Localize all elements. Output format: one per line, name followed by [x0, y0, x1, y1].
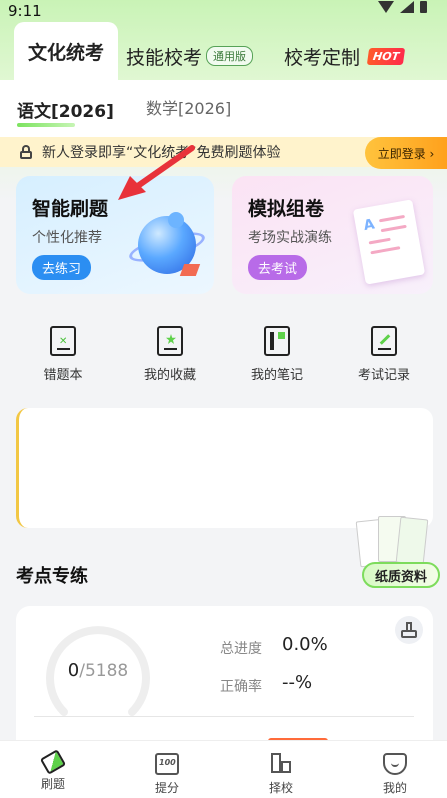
progress-label: 总进度: [220, 641, 262, 657]
shortcut-favorites[interactable]: 我的收藏: [125, 326, 215, 383]
paper-materials-promo[interactable]: 纸质资料: [355, 512, 442, 590]
tab-culture-exam-label: 文化统考: [27, 41, 104, 64]
login-button[interactable]: 立即登录 ›: [365, 137, 447, 169]
shortcut-row: ✕ 错题本 我的收藏 我的笔记 考试记录: [0, 326, 447, 386]
tab-skill-exam[interactable]: 技能校考 通用版: [126, 32, 254, 80]
nav-practice[interactable]: 刷题: [18, 749, 88, 792]
battery-icon: [420, 1, 427, 13]
score-100-icon: 100: [155, 753, 179, 775]
total-count: /5188: [79, 661, 129, 681]
notebook-icon: [264, 326, 290, 356]
bookmark-star-icon: [157, 326, 183, 356]
subject-tab-math-label: 数学[2026]: [146, 99, 232, 118]
nav-me[interactable]: 我的: [360, 753, 430, 796]
general-version-badge: 通用版: [206, 46, 254, 66]
wifi-icon: [378, 1, 394, 13]
card-divider: [34, 716, 414, 717]
tab-culture-exam[interactable]: 文化统考: [14, 22, 118, 80]
shortcut-favorites-label: 我的收藏: [143, 368, 196, 383]
tab-skill-exam-label: 技能校考: [126, 46, 203, 69]
banner-card[interactable]: [16, 408, 433, 528]
small-sphere-illustration: [168, 212, 184, 228]
wrong-book-icon: ✕: [50, 326, 76, 356]
shortcut-notes[interactable]: 我的笔记: [232, 326, 322, 383]
practice-pencil-icon: [39, 749, 67, 775]
bottom-nav: 刷题 100 提分 择校 我的: [0, 740, 447, 798]
nav-me-label: 我的: [382, 781, 407, 795]
exam-record-icon: [371, 326, 397, 356]
subject-tab-math[interactable]: 数学[2026]: [146, 95, 231, 119]
nav-score[interactable]: 100 提分: [132, 753, 202, 796]
status-time: 9:11: [8, 2, 42, 20]
mock-exam-card[interactable]: 模拟组卷 考场实战演练 去考试 A: [232, 176, 433, 294]
nav-school[interactable]: 择校: [246, 753, 316, 796]
cube-illustration: [179, 264, 201, 276]
topic-practice-card[interactable]: 0/5188 总进度 0.0% 正确率 --%: [16, 606, 433, 756]
subject-tab-chinese[interactable]: 语文[2026]: [17, 97, 114, 127]
gauge-count: 0/5188: [44, 660, 152, 681]
subject-tab-chinese-label: 语文[2026]: [17, 102, 114, 122]
school-building-icon: [269, 753, 293, 775]
hot-badge: HOT: [366, 47, 406, 65]
done-count: 0: [67, 660, 80, 681]
lock-icon: [20, 145, 32, 159]
accuracy-value: --%: [282, 672, 313, 693]
main-tab-bar: 文化统考 技能校考 通用版 校考定制 HOT: [0, 22, 447, 80]
clean-brush-icon[interactable]: [395, 616, 423, 644]
annotation-arrow-icon: [118, 145, 195, 200]
active-tab-underline: [17, 123, 75, 127]
go-exam-button[interactable]: 去考试: [248, 255, 308, 280]
accuracy-label: 正确率: [220, 679, 262, 695]
shortcut-exam-record-label: 考试记录: [357, 368, 410, 383]
go-practice-button[interactable]: 去练习: [32, 255, 92, 280]
paper-materials-button[interactable]: 纸质资料: [362, 562, 440, 588]
status-bar: 9:11: [0, 0, 447, 22]
section-title: 考点专练: [16, 566, 88, 587]
nav-school-label: 择校: [268, 781, 293, 795]
paper-books-illustration: [355, 512, 442, 568]
shortcut-notes-label: 我的笔记: [250, 368, 303, 383]
signal-icon: [400, 1, 414, 13]
nav-score-label: 提分: [154, 781, 179, 795]
shortcut-wrong-label: 错题本: [43, 368, 83, 383]
tab-custom-exam[interactable]: 校考定制 HOT: [284, 32, 406, 80]
progress-value: 0.0%: [282, 634, 328, 655]
shortcut-wrong-questions[interactable]: ✕ 错题本: [18, 326, 108, 383]
nav-practice-label: 刷题: [40, 777, 65, 791]
paper-scroll-illustration: A: [352, 199, 426, 285]
shortcut-exam-record[interactable]: 考试记录: [339, 326, 429, 383]
tab-custom-exam-label: 校考定制: [284, 46, 361, 69]
status-icons: [378, 0, 427, 14]
profile-icon: [383, 753, 407, 775]
